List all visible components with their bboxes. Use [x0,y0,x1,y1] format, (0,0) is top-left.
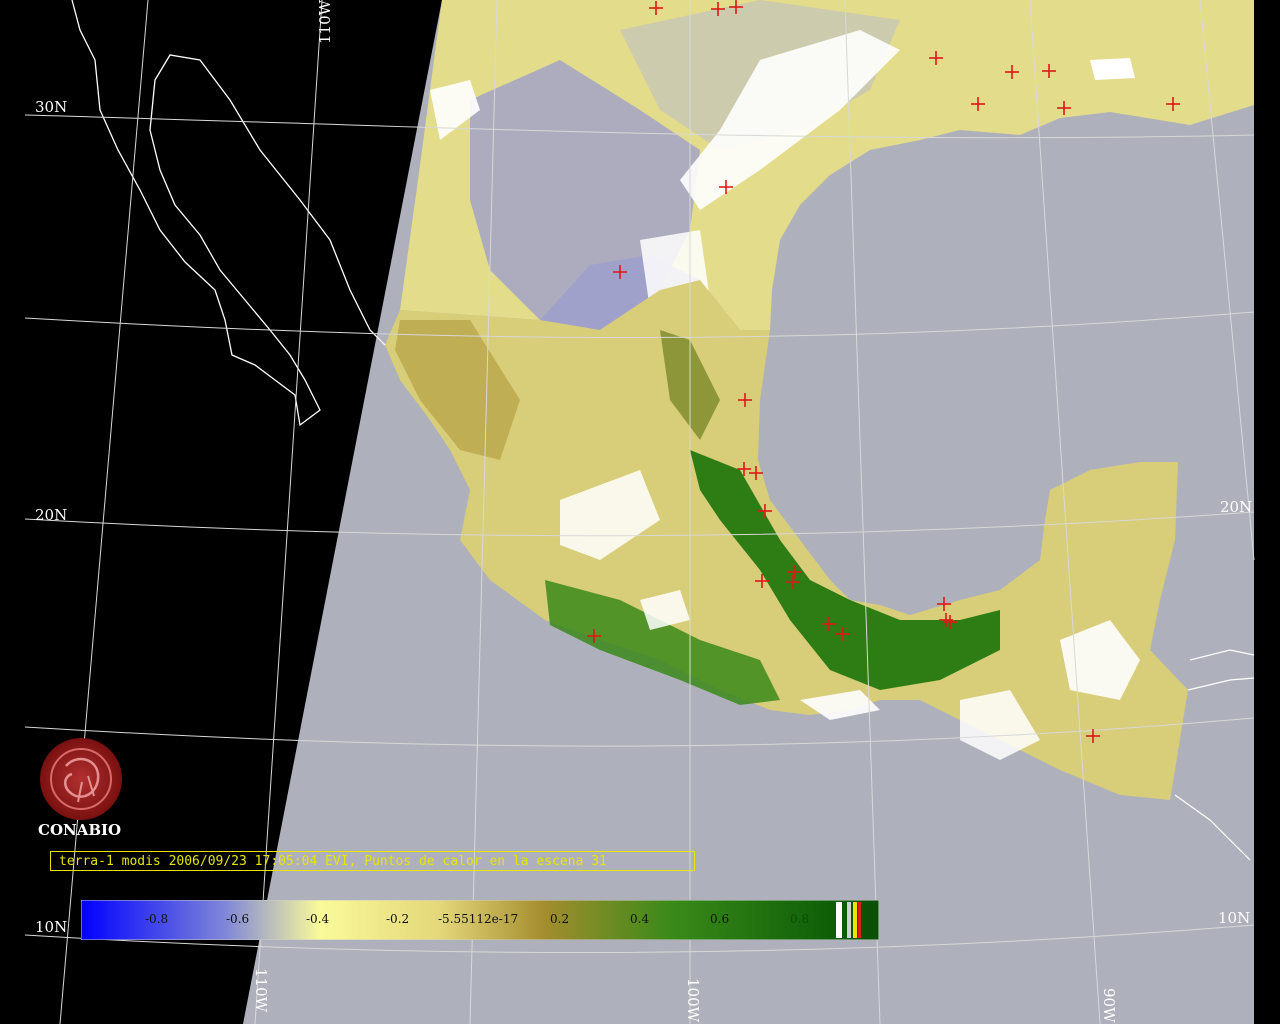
lat-label-10n-left: 10N [35,918,67,936]
colorbar-tick: 0.8 [790,912,810,926]
colorbar-tick: -0.8 [145,912,169,926]
colorbar-swatch-red [858,902,861,938]
lon-label-110w-bottom: 110W [252,968,270,1013]
lon-label-100w-bottom: 100W [684,978,702,1023]
colorbar-tick: -0.4 [306,912,330,926]
colorbar-swatch-yellow [853,902,857,938]
cloud [1090,58,1135,80]
lat-label-10n-right: 10N [1218,909,1250,927]
lon-label-90w-bottom: 90W [1100,988,1118,1023]
lat-label-20n-left: 20N [35,506,67,524]
conabio-logo [40,738,122,820]
colorbar-tick: 0.4 [630,912,650,926]
brand-name: CONABIO [38,821,122,839]
colorbar-swatch-gray [847,902,851,938]
lon-label-110w-top: 110W [316,0,334,44]
lat-label-20n-right: 20N [1220,498,1252,516]
colorbar-swatch-white [836,902,842,938]
colorbar-tick: 0.2 [550,912,570,926]
colorbar-tick: 0.6 [710,912,730,926]
colorbar-tick: -0.6 [226,912,250,926]
scene-caption: terra-1 modis 2006/09/23 17:05:04 EVI, P… [50,851,695,871]
baja-california-outline [71,0,386,427]
lat-label-30n: 30N [35,98,67,116]
colorbar-tick: -5.55112e-17 [438,912,519,926]
evi-colorbar: -0.8 -0.6 -0.4 -0.2 -5.55112e-17 0.2 0.4… [81,900,879,940]
colorbar-tick: -0.2 [386,912,410,926]
